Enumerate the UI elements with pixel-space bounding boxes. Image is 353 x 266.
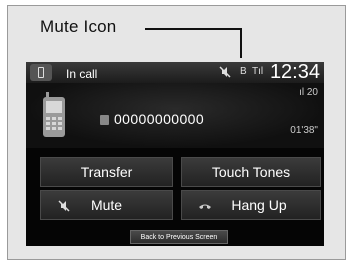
contact-icon: [100, 115, 109, 125]
mute-label: Mute: [90, 197, 123, 213]
mute-icon: [58, 200, 70, 212]
call-screen: In call B Tıl 12:34 00000000000 ıl 20 01…: [26, 62, 324, 246]
screen-title: In call: [66, 67, 98, 81]
touch-tones-label: Touch Tones: [211, 164, 291, 180]
phone-tab-icon[interactable]: [30, 64, 52, 81]
mute-icon: [219, 66, 231, 78]
clock: 12:34: [269, 62, 320, 83]
hang-up-icon: [199, 204, 211, 209]
hang-up-button[interactable]: Hang Up: [181, 190, 321, 220]
callout-line-vertical: [240, 28, 242, 58]
status-bar: In call B Tıl 12:34: [26, 62, 324, 83]
signal-strength-value: 20: [306, 87, 318, 98]
mute-button[interactable]: Mute: [40, 190, 173, 220]
back-to-previous-screen-button[interactable]: Back to Previous Screen: [130, 230, 228, 244]
callout-line-horizontal: [145, 28, 241, 30]
call-duration: 01'38": [290, 125, 318, 136]
mobile-phone-icon: [43, 92, 65, 137]
transfer-label: Transfer: [80, 164, 133, 180]
hang-up-label: Hang Up: [231, 197, 287, 213]
call-info-panel: 00000000000 ıl 20 01'38": [26, 83, 324, 148]
transfer-button[interactable]: Transfer: [40, 157, 173, 187]
phone-number: 00000000000: [114, 111, 205, 127]
callout-label: Mute Icon: [40, 17, 117, 36]
touch-tones-button[interactable]: Touch Tones: [181, 157, 321, 187]
signal-strength: ıl 20: [299, 87, 318, 98]
signal-icon: Tıl: [252, 66, 264, 77]
bluetooth-icon: B: [240, 66, 247, 77]
